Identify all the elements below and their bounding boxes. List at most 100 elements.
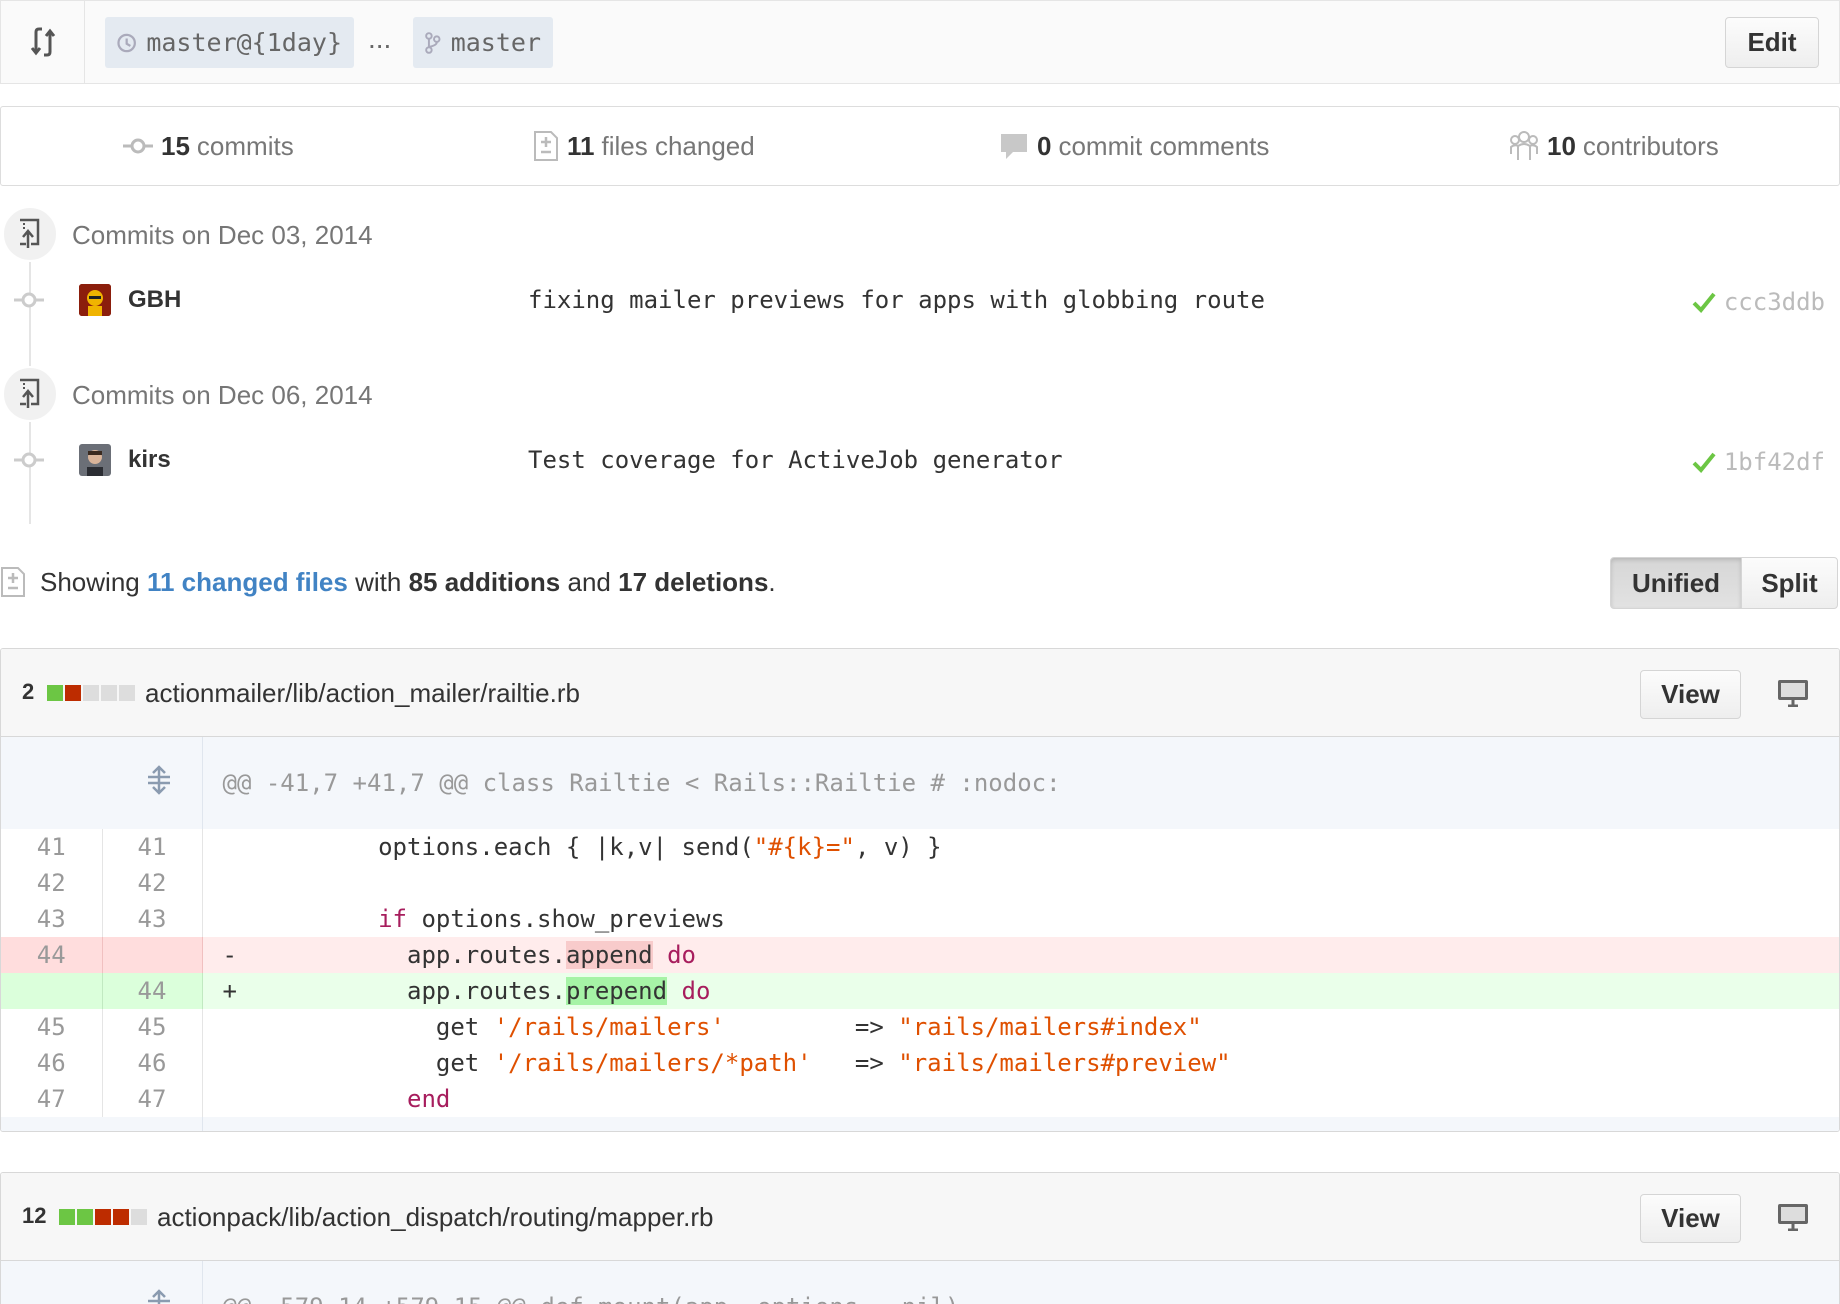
expand-icon[interactable] (1, 737, 203, 829)
commit-message[interactable]: fixing mailer previews for apps with glo… (528, 286, 1265, 314)
diff-lines: 41 41 options.each { |k,v| send("#{k}=",… (1, 829, 1839, 1131)
view-file-button[interactable]: View (1640, 670, 1741, 719)
deletions-count: 17 deletions (618, 566, 769, 597)
diffstat-block-neutral (101, 685, 117, 701)
diffstat-block-deleted (113, 1209, 129, 1225)
diffstat (59, 1209, 149, 1225)
new-line-number[interactable]: 44 (102, 973, 203, 1009)
diffstat-block-neutral (83, 685, 99, 701)
organization-icon (1510, 131, 1538, 160)
old-line-number[interactable]: 41 (1, 829, 103, 865)
diff-line: 42 42 (1, 865, 1839, 901)
hunk-text: @@ -41,7 +41,7 @@ class Railtie < Rails:… (202, 737, 1839, 829)
added-line: 44 + app.routes.prepend do (1, 973, 1839, 1009)
expand-icon[interactable] (1, 1261, 203, 1304)
numbers-summary: 15 commits 11 files changed 0 commit com… (0, 106, 1840, 186)
commit-group-title: Commits on Dec 06, 2014 (72, 380, 373, 410)
diffstat-block-added (47, 685, 63, 701)
deleted-line: 44 - app.routes.append do (1, 937, 1839, 973)
repo-push-icon (2, 206, 58, 262)
diff-line: 45 45 get '/rails/mailers' => "rails/mai… (1, 1009, 1839, 1045)
file-change-count: 12 (22, 1203, 47, 1228)
repo-push-icon (2, 366, 58, 422)
avatar[interactable] (79, 444, 111, 476)
diff-line: 41 41 options.each { |k,v| send("#{k}=",… (1, 829, 1839, 865)
avatar[interactable] (79, 284, 111, 316)
files-summary-link[interactable]: 11 files changed (533, 107, 755, 185)
file-diff: 2 actionmailer/lib/action_mailer/railtie… (0, 648, 1840, 1132)
diff-table: @@ -41,7 +41,7 @@ class Railtie < Rails:… (1, 737, 1839, 829)
diff-table: @@ -579,14 +579,15 @@ def mount(app, opt… (1, 1261, 1839, 1304)
diff-line: 43 43 if options.show_previews (1, 901, 1839, 937)
new-line-number[interactable]: 42 (102, 865, 203, 901)
hunk-text: @@ -579,14 +579,15 @@ def mount(app, opt… (202, 1261, 1839, 1304)
new-line-number[interactable]: 46 (102, 1045, 203, 1081)
commit-group-title: Commits on Dec 03, 2014 (72, 220, 373, 250)
files-label: files changed (601, 130, 755, 161)
diffstat-block-neutral (131, 1209, 147, 1225)
file-path[interactable]: actionmailer/lib/action_mailer/railtie.r… (145, 678, 580, 709)
file-change-count: 2 (22, 679, 35, 704)
base-ref-button[interactable]: master@{1day} (105, 17, 354, 68)
file-diff-icon (534, 131, 558, 161)
view-file-button[interactable]: View (1640, 1194, 1741, 1243)
diffstat (47, 685, 137, 701)
rich-diff-icon[interactable] (1777, 679, 1809, 707)
old-line-number[interactable]: 43 (1, 901, 103, 937)
diff-line: 47 47 end (1, 1081, 1839, 1117)
toc-and: and (567, 566, 611, 597)
split-view-toggle[interactable]: Split (1741, 557, 1838, 609)
commit-sha-link[interactable]: 1bf42df (1692, 448, 1825, 476)
commits-summary-link[interactable]: 15 commits (123, 107, 294, 185)
expand-icon[interactable] (1, 1117, 203, 1131)
code-line: get '/rails/mailers' => "rails/mailers#i… (378, 1013, 1202, 1041)
commit-sha: 1bf42df (1723, 448, 1825, 476)
edit-button[interactable]: Edit (1725, 17, 1819, 68)
changed-files-link[interactable]: 11 changed files (147, 567, 348, 598)
check-icon (1692, 452, 1716, 473)
contributors-summary-link[interactable]: 10 contributors (1509, 107, 1719, 185)
contributors-label: contributors (1582, 130, 1719, 161)
new-line-number[interactable]: 47 (102, 1081, 203, 1117)
files-count: 11 (567, 130, 595, 161)
commit-sha-link[interactable]: ccc3ddb (1692, 288, 1825, 316)
rich-diff-icon[interactable] (1777, 1203, 1809, 1231)
diff-summary: Showing 11 changed files with 85 additio… (0, 558, 776, 606)
old-line-number[interactable]: 45 (1, 1009, 103, 1045)
new-line-number[interactable]: 43 (102, 901, 203, 937)
hunk-header: @@ -579,14 +579,15 @@ def mount(app, opt… (1, 1261, 1839, 1304)
commit-author[interactable]: kirs (128, 446, 171, 474)
code-line: options.each { |k,v| send("#{k}=", v) } (262, 833, 942, 861)
code-line: end (407, 1085, 451, 1113)
old-line-number[interactable] (1, 973, 103, 1009)
commit-icon (123, 138, 153, 154)
commits-label: commits (196, 130, 294, 161)
toc-showing: Showing (40, 566, 140, 597)
range-separator: ... (368, 23, 392, 54)
comments-summary-link[interactable]: 0 commit comments (999, 107, 1269, 185)
old-line-number[interactable]: 47 (1, 1081, 103, 1117)
file-path[interactable]: actionpack/lib/action_dispatch/routing/m… (157, 1202, 713, 1233)
new-line-number[interactable]: 45 (102, 1009, 203, 1045)
old-line-number[interactable]: 46 (1, 1045, 103, 1081)
commit-author[interactable]: GBH (128, 286, 181, 314)
range-editor: master@{1day} ... master Edit (0, 0, 1840, 84)
file-diff: 12 actionpack/lib/action_dispatch/routin… (0, 1172, 1840, 1304)
new-line-number[interactable]: 41 (102, 829, 203, 865)
diff-line: 46 46 get '/rails/mailers/*path' => "rai… (1, 1045, 1839, 1081)
expand-row (1, 1117, 1839, 1131)
old-line-number[interactable]: 44 (1, 937, 103, 973)
diffstat-block-added (77, 1209, 93, 1225)
commit-message[interactable]: Test coverage for ActiveJob generator (528, 446, 1063, 474)
unified-view-toggle[interactable]: Unified (1610, 557, 1742, 609)
head-ref-button[interactable]: master (413, 17, 553, 68)
code-line: if options.show_previews (378, 905, 725, 933)
code-line: + app.routes.prepend do (202, 973, 1839, 1009)
diffstat-block-deleted (95, 1209, 111, 1225)
base-ref-label: master@{1day} (146, 28, 342, 57)
code-line (202, 865, 1839, 901)
new-line-number[interactable] (102, 937, 203, 973)
code-line: - app.routes.append do (202, 937, 1839, 973)
commit-dot-icon (14, 292, 44, 308)
old-line-number[interactable]: 42 (1, 865, 103, 901)
